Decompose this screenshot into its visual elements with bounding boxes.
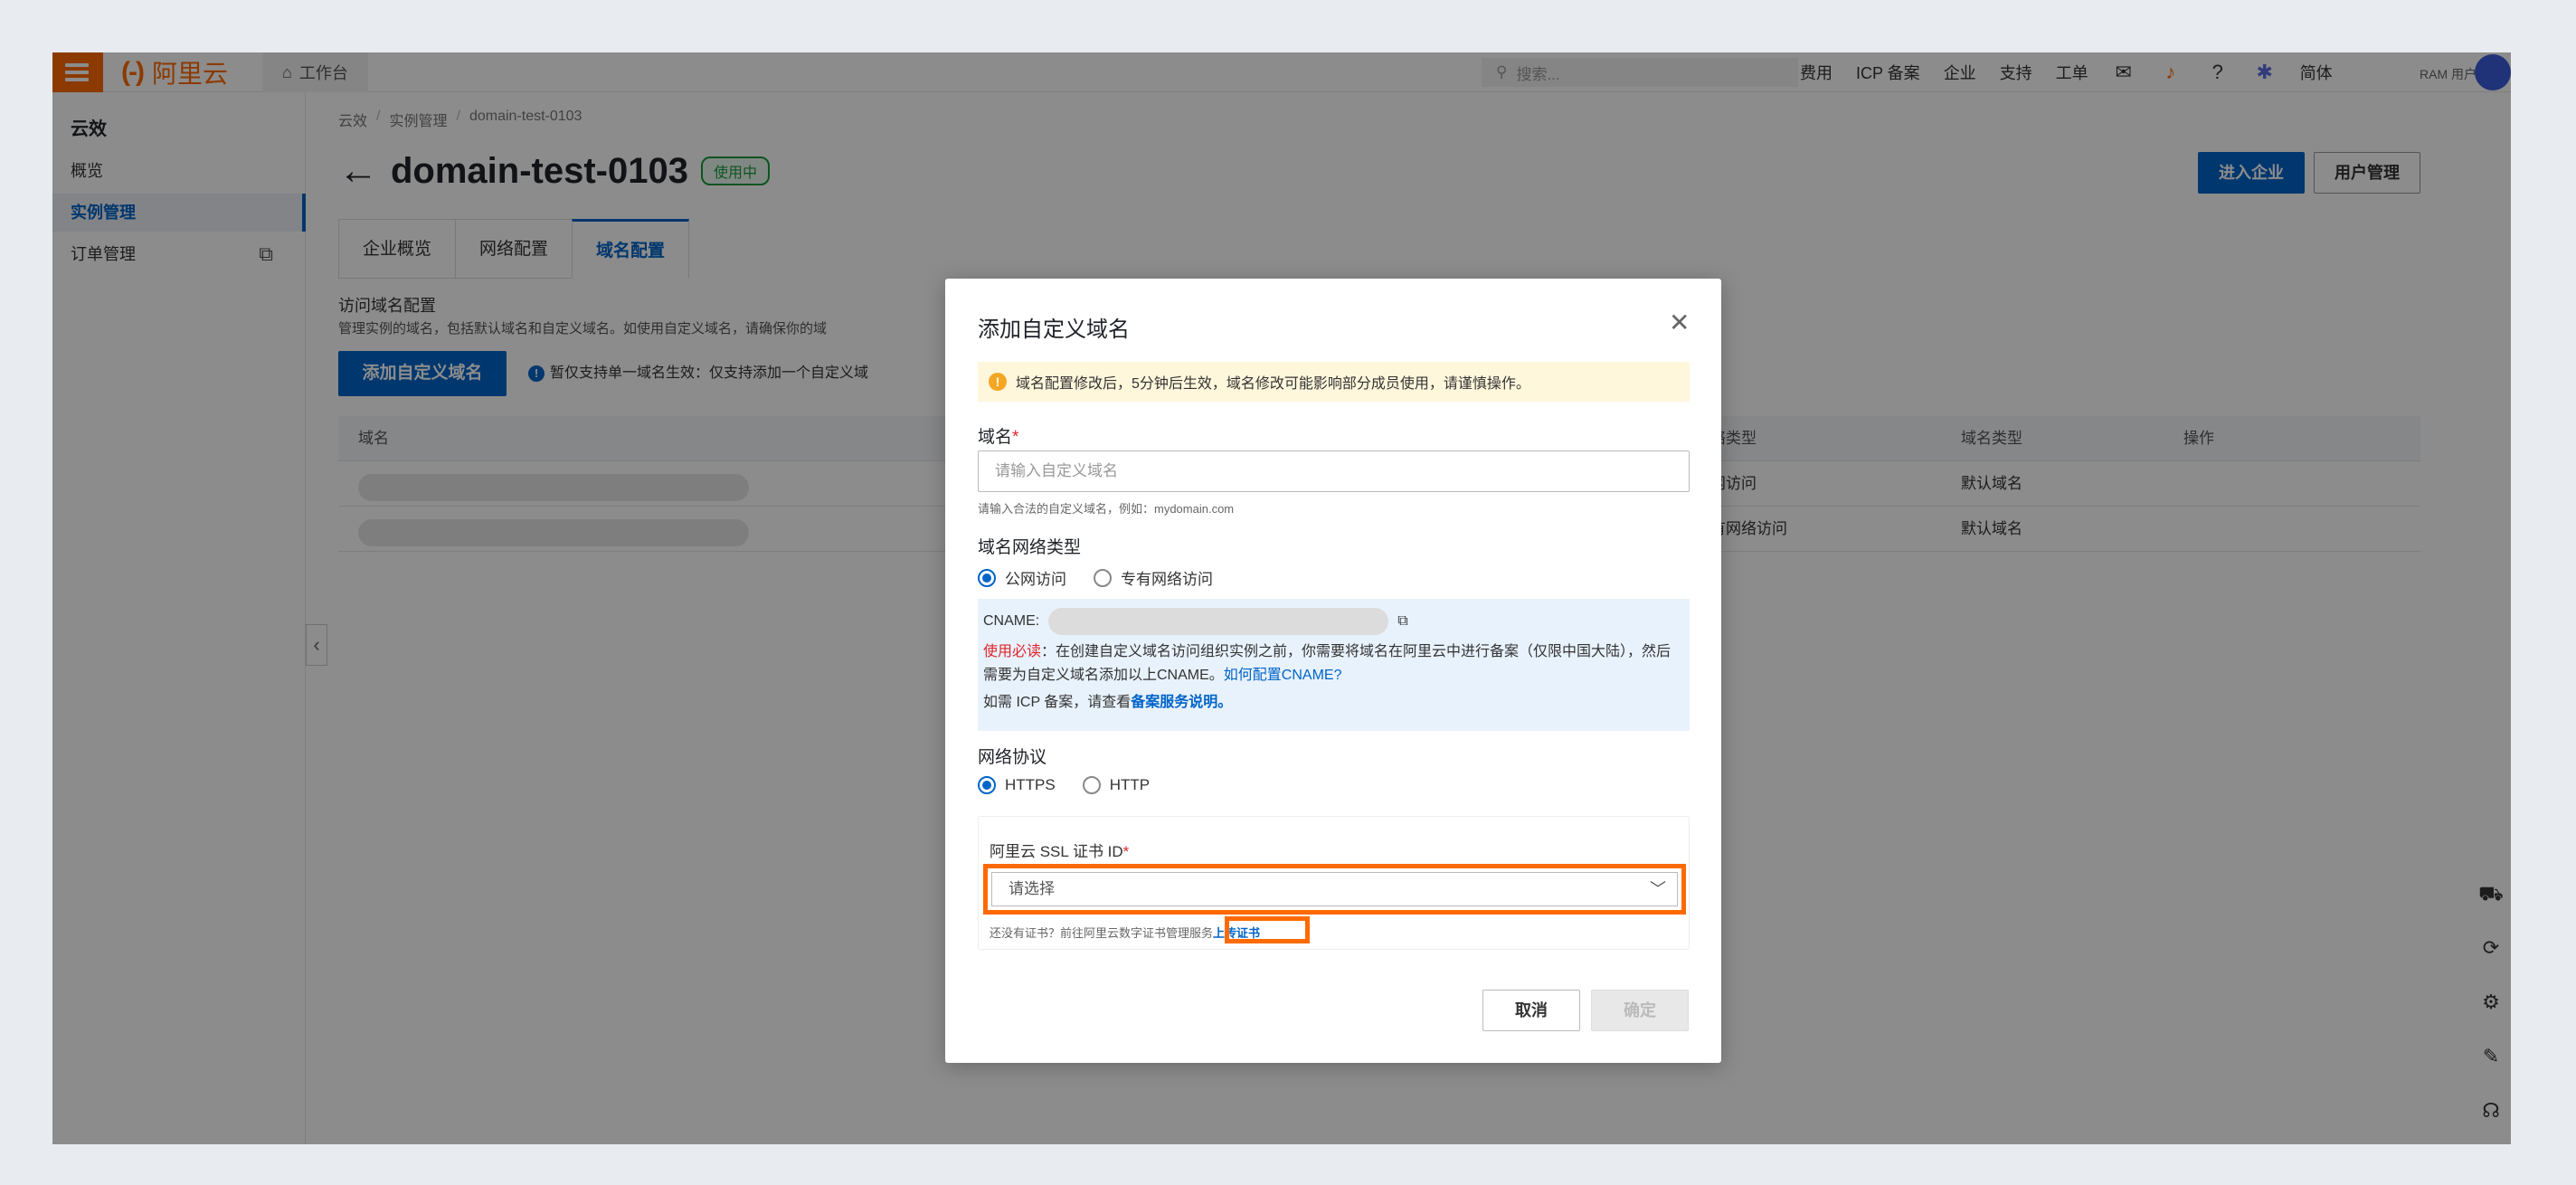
network-type-radios: 公网访问 专有网络访问: [978, 566, 1231, 589]
radio-label: HTTPS: [1005, 776, 1056, 793]
radio-label: 公网访问: [1005, 571, 1066, 588]
copy-icon[interactable]: ⧉: [1397, 613, 1407, 630]
icp-text: 如需 ICP 备案，请查看备案服务说明。: [983, 687, 1684, 718]
cancel-button[interactable]: 取消: [1482, 990, 1580, 1031]
cname-help-link[interactable]: 如何配置CNAME?: [1224, 668, 1342, 683]
domain-input[interactable]: [978, 450, 1690, 492]
must-read-label: 使用必读: [983, 644, 1042, 659]
cname-info-box: CNAME: ⧉ 使用必读：在创建自定义域名访问组织实例之前，你需要将域名在阿里…: [978, 599, 1690, 731]
radio-unchecked-icon: [1082, 776, 1101, 794]
icp-text-body: 如需 ICP 备案，请查看: [983, 695, 1132, 710]
protocol-radios: HTTPS HTTP: [978, 776, 1168, 794]
radio-https[interactable]: HTTPS: [978, 776, 1056, 794]
confirm-button[interactable]: 确定: [1591, 990, 1689, 1031]
required-mark: *: [1122, 843, 1130, 860]
warning-banner: ! 域名配置修改后，5分钟后生效，域名修改可能影响部分成员使用，请谨慎操作。: [978, 362, 1690, 402]
network-type-label: 域名网络类型: [978, 538, 1082, 557]
add-domain-dialog: 添加自定义域名 ✕ ! 域名配置修改后，5分钟后生效，域名修改可能影响部分成员使…: [945, 279, 1721, 1063]
radio-checked-icon: [978, 776, 996, 794]
must-read-text: 使用必读：在创建自定义域名访问组织实例之前，你需要将域名在阿里云中进行备案（仅限…: [983, 640, 1684, 687]
ssl-label-text: 阿里云 SSL 证书 ID: [990, 843, 1123, 860]
highlight-box: [983, 864, 1686, 915]
warning-text: 域名配置修改后，5分钟后生效，域名修改可能影响部分成员使用，请谨慎操作。: [1016, 376, 1530, 392]
protocol-label: 网络协议: [978, 748, 1047, 767]
radio-checked-icon: [978, 568, 996, 587]
radio-label: 专有网络访问: [1121, 571, 1213, 588]
radio-unchecked-icon: [1094, 568, 1112, 587]
ssl-hint: 还没有证书？前往阿里云数字证书管理服务上传证书: [990, 924, 1260, 941]
app-window: (-) 阿里云 ⌂ 工作台 ⚲ 搜索... 费用 ICP 备案 企业 支持 工单…: [52, 52, 2511, 1144]
close-icon[interactable]: ✕: [1669, 308, 1690, 337]
radio-http[interactable]: HTTP: [1082, 776, 1151, 794]
radio-public[interactable]: 公网访问: [978, 566, 1066, 589]
cname-line: CNAME: ⧉: [983, 608, 1684, 635]
ssl-label: 阿里云 SSL 证书 ID*: [990, 839, 1129, 861]
redacted-cname: [1048, 608, 1389, 635]
required-mark: *: [1012, 428, 1019, 447]
highlight-box: [1225, 916, 1310, 943]
icp-service-link[interactable]: 备案服务说明。: [1131, 695, 1232, 710]
domain-label: 域名*: [978, 423, 1018, 448]
warning-icon: !: [989, 373, 1007, 391]
cname-label: CNAME:: [983, 613, 1040, 629]
radio-label: HTTP: [1109, 776, 1151, 793]
ssl-hint-text: 还没有证书？前往阿里云数字证书管理服务: [990, 926, 1214, 940]
radio-vpc[interactable]: 专有网络访问: [1094, 566, 1213, 589]
ssl-certificate-card: 阿里云 SSL 证书 ID* 请选择 ﹀ 还没有证书？前往阿里云数字证书管理服务…: [978, 816, 1690, 950]
dialog-title: 添加自定义域名: [978, 318, 1130, 342]
domain-hint: 请输入合法的自定义域名，例如：mydomain.com: [978, 502, 1235, 516]
domain-label-text: 域名: [978, 428, 1013, 447]
